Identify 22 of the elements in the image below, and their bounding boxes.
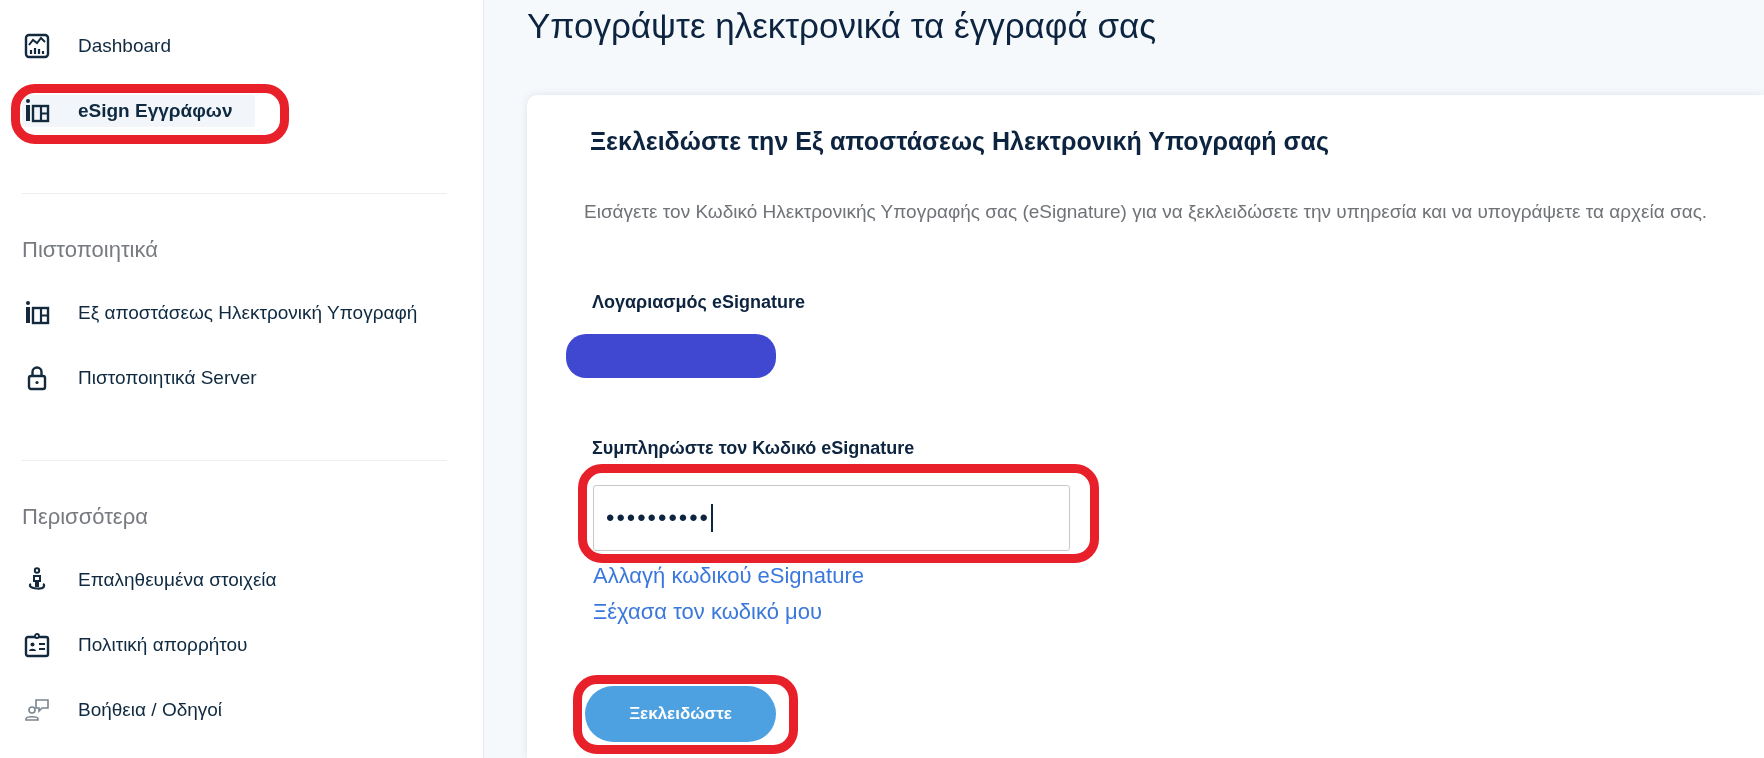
password-field[interactable]: •••••••••• [593,485,1070,551]
sidebar-item[interactable]: Επαληθευμένα στοιχεία [22,564,300,596]
sidebar-item[interactable]: Εξ αποστάσεως Ηλεκτρονική Υπογραφή [22,297,441,329]
sidebar-item[interactable]: Πολιτική απορρήτου [22,629,271,661]
link[interactable]: Αλλαγή κωδικού eSignature [593,558,864,594]
field-label: Λογαριασμός eSignature [592,291,805,313]
sidebar-item[interactable]: Βοήθεια / Οδηγοί [22,694,246,726]
sidebar-item[interactable]: eSign Εγγράφων [22,95,256,127]
section-heading: Πιστοποιητικά [22,236,158,264]
page-title: Υπογράψτε ηλεκτρονικά τα έγγραφά σας [527,5,1157,47]
chart-icon [24,33,50,59]
sidebar-item[interactable]: Dashboard [22,30,194,62]
person-chat-icon [24,697,50,723]
description-text: Εισάγετε τον Κωδικό Ηλεκτρονικής Υπογραφής σας (eSignature) για να ξεκλειδώσετε την υπηρεσία και να υπογράψετε τα αρχεία σας. [584,200,1708,224]
pen-panel-icon [24,98,50,124]
section-heading: Περισσότερα [22,503,148,531]
pen-panel-icon [24,300,50,326]
card-heading: Ξεκλειδώστε την Εξ αποστάσεως Ηλεκτρονική Υπογραφή σας [590,126,1329,157]
link[interactable]: Ξέχασα τον κωδικό μου [593,594,822,630]
sidebar-item[interactable]: Πιστοποιητικά Server [22,362,280,394]
id-card-icon [24,632,50,658]
field-label: Συμπληρώστε τον Κωδικό eSignature [592,437,915,459]
